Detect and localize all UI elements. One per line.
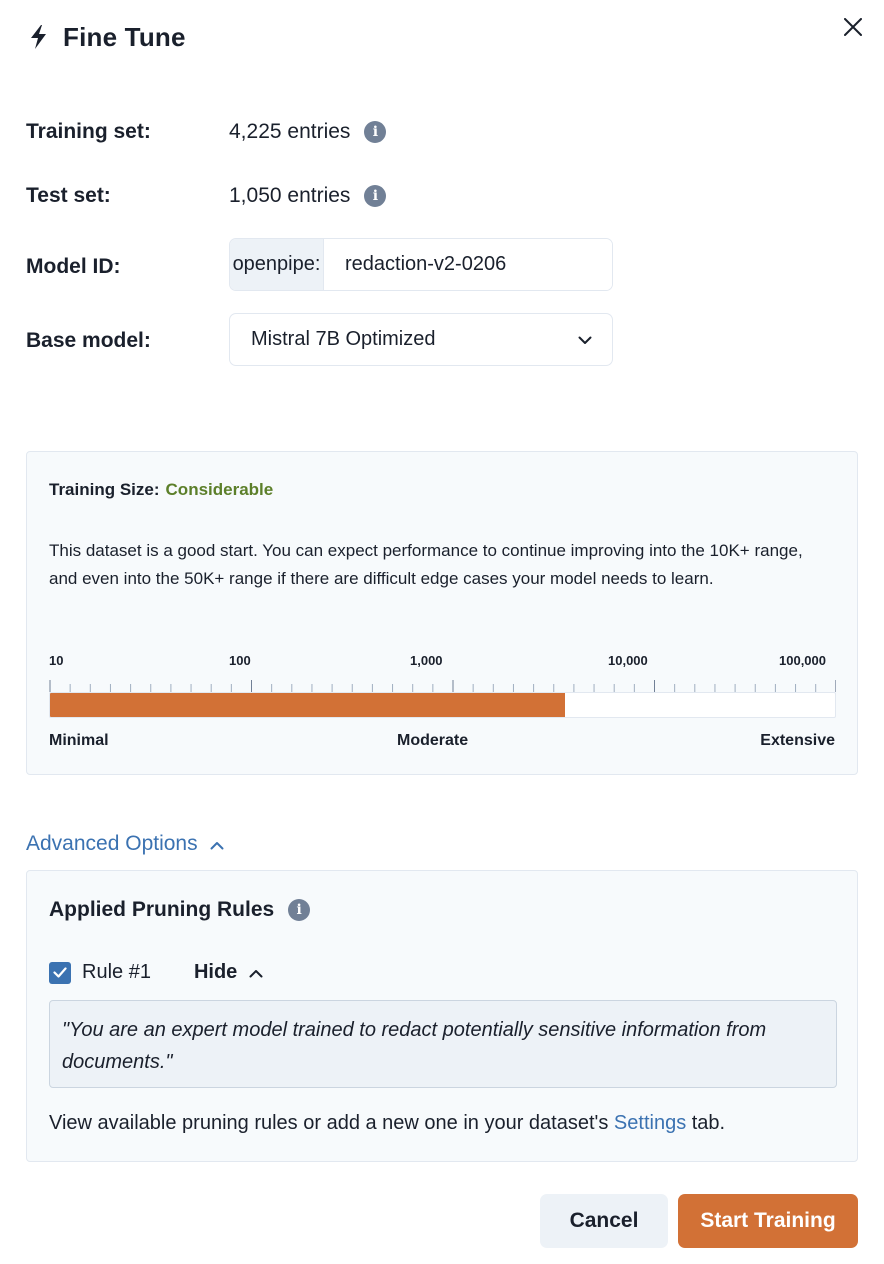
model-id-input[interactable] — [324, 239, 612, 290]
training-set-value-row: 4,225 entries i — [229, 120, 387, 144]
start-training-button[interactable]: Start Training — [678, 1194, 858, 1248]
base-model-select[interactable]: Mistral 7B Optimized — [229, 313, 613, 366]
info-icon[interactable]: i — [364, 121, 387, 143]
training-set-label: Training set: — [26, 120, 151, 143]
scale-label: 100,000 — [779, 653, 826, 668]
training-size-bar — [49, 692, 836, 718]
test-set-label: Test set: — [26, 184, 111, 207]
footer-prefix: View available pruning rules or add a ne… — [49, 1112, 614, 1134]
chevron-up-icon — [210, 832, 224, 856]
rule-checkbox[interactable] — [49, 961, 71, 984]
training-size-description: This dataset is a good start. You can ex… — [49, 541, 803, 588]
modal-title: Fine Tune — [63, 22, 186, 52]
chevron-up-icon — [249, 961, 263, 984]
advanced-options-toggle[interactable]: Advanced Options — [26, 832, 224, 856]
training-size-value: Considerable — [165, 480, 274, 499]
range-label-min: Minimal — [49, 732, 109, 749]
test-set-value-row: 1,050 entries i — [229, 184, 387, 208]
chevron-down-icon — [578, 328, 592, 351]
advanced-options-label: Advanced Options — [26, 832, 198, 855]
model-id-prefix: openpipe: — [230, 239, 324, 290]
base-model-label: Base model: — [26, 329, 151, 352]
pruning-rules-heading: Applied Pruning Rules i — [49, 898, 311, 922]
rule-row: Rule #1 Hide — [49, 961, 263, 984]
scale-label: 10 — [49, 653, 64, 668]
lightning-bolt-icon — [28, 24, 50, 50]
training-size-label: Training Size: — [49, 480, 160, 499]
training-size-heading: Training Size: Considerable — [49, 480, 273, 500]
test-set-value: 1,050 entries — [229, 184, 351, 207]
settings-link[interactable]: Settings — [614, 1112, 686, 1134]
range-label-max: Extensive — [760, 732, 835, 749]
training-size-bar-fill — [50, 693, 565, 717]
footer-suffix: tab. — [686, 1112, 726, 1134]
rule-label: Rule #1 — [82, 961, 151, 983]
info-icon[interactable]: i — [288, 899, 311, 921]
base-model-value: Mistral 7B Optimized — [251, 328, 436, 350]
rule-text: "You are an expert model trained to reda… — [49, 1000, 837, 1088]
model-id-label: Model ID: — [26, 255, 121, 278]
hide-rule-button[interactable]: Hide — [194, 961, 263, 984]
scale-label: 10,000 — [608, 653, 648, 668]
pruning-rules-title: Applied Pruning Rules — [49, 898, 275, 921]
close-icon[interactable] — [838, 12, 868, 42]
info-icon[interactable]: i — [364, 185, 387, 207]
checkmark-icon — [53, 967, 67, 978]
pruning-rules-panel: Applied Pruning Rules i Rule #1 Hide "Yo… — [26, 870, 858, 1162]
range-label-mid: Moderate — [397, 732, 469, 749]
pruning-footer: View available pruning rules or add a ne… — [49, 1112, 725, 1135]
training-size-panel: Training Size: Considerable This dataset … — [26, 451, 858, 775]
scale-label: 1,000 — [410, 653, 443, 668]
scale-ticks — [49, 680, 836, 692]
scale-label: 100 — [229, 653, 251, 668]
training-set-value: 4,225 entries — [229, 120, 351, 143]
model-id-field: openpipe: — [229, 238, 613, 291]
cancel-button[interactable]: Cancel — [540, 1194, 668, 1248]
hide-label: Hide — [193, 961, 238, 983]
